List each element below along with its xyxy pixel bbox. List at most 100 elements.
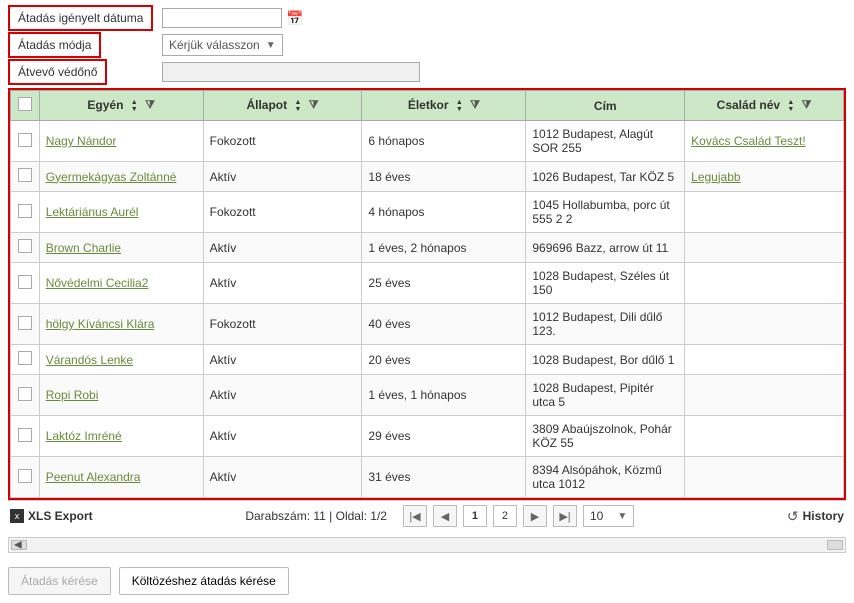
filter-icon[interactable]: ⧩ bbox=[309, 99, 319, 111]
chevron-down-icon: ▼ bbox=[617, 511, 627, 522]
age-cell: 40 éves bbox=[362, 304, 526, 345]
chevron-down-icon: ▼ bbox=[266, 40, 276, 51]
col-header-name-label: Egyén bbox=[87, 98, 123, 112]
age-cell: 31 éves bbox=[362, 457, 526, 498]
address-cell: 3809 Abaújszolnok, Pohár KÖZ 55 bbox=[526, 416, 685, 457]
family-link[interactable]: Legujabb bbox=[691, 170, 740, 184]
age-cell: 29 éves bbox=[362, 416, 526, 457]
row-checkbox[interactable] bbox=[18, 387, 32, 401]
history-link[interactable]: History bbox=[803, 509, 844, 523]
address-cell: 1012 Budapest, Dili dűlő 123. bbox=[526, 304, 685, 345]
row-checkbox[interactable] bbox=[18, 428, 32, 442]
person-link[interactable]: hölgy Kíváncsi Klára bbox=[46, 317, 155, 331]
record-count-label: Darabszám: 11 | Oldal: 1/2 bbox=[245, 509, 387, 523]
col-header-status-label: Állapot bbox=[246, 98, 287, 112]
table-row: Gyermekágyas Zoltánné Aktív18 éves1026 Bu… bbox=[11, 162, 844, 192]
sort-icon[interactable]: ▲▼ bbox=[294, 99, 301, 113]
address-cell: 1028 Budapest, Bor dűlő 1 bbox=[526, 345, 685, 375]
status-cell: Aktív bbox=[203, 457, 362, 498]
pager-last-button[interactable]: ▶| bbox=[553, 505, 577, 527]
family-cell bbox=[685, 375, 844, 416]
person-link[interactable]: Várandós Lenke bbox=[46, 353, 133, 367]
table-row: Lektáriánus AurélFokozott4 hónapos1045 H… bbox=[11, 192, 844, 233]
table-row: Brown CharlieAktív1 éves, 2 hónapos96969… bbox=[11, 233, 844, 263]
history-icon[interactable]: ↺ bbox=[787, 508, 799, 525]
age-cell: 6 hónapos bbox=[362, 121, 526, 162]
submit-move-transfer-button[interactable]: Költözéshez átadás kérése bbox=[119, 567, 289, 595]
person-link[interactable]: Nővédelmi Cecilia2 bbox=[46, 276, 149, 290]
row-checkbox[interactable] bbox=[18, 168, 32, 182]
receiver-input[interactable] bbox=[162, 62, 420, 82]
row-checkbox[interactable] bbox=[18, 469, 32, 483]
person-link[interactable]: Brown Charlie bbox=[46, 241, 121, 255]
transfer-mode-select[interactable]: Kérjük válasszon ▼ bbox=[162, 34, 283, 56]
col-header-age[interactable]: Életkor ▲▼ ⧩ bbox=[362, 91, 526, 121]
family-link[interactable]: Kovács Család Teszt! bbox=[691, 134, 806, 148]
pager-page-1[interactable]: 1 bbox=[463, 505, 487, 527]
filter-icon[interactable]: ⧩ bbox=[470, 99, 480, 111]
row-checkbox[interactable] bbox=[18, 316, 32, 330]
address-cell: 1028 Budapest, Széles út 150 bbox=[526, 263, 685, 304]
label-receiver: Átvevő védőnő bbox=[8, 59, 107, 85]
calendar-icon[interactable]: 📅 bbox=[286, 10, 302, 26]
sort-icon[interactable]: ▲▼ bbox=[456, 99, 463, 113]
row-checkbox[interactable] bbox=[18, 204, 32, 218]
family-cell bbox=[685, 233, 844, 263]
status-cell: Fokozott bbox=[203, 121, 362, 162]
family-cell bbox=[685, 263, 844, 304]
person-link[interactable]: Lektáriánus Aurél bbox=[46, 205, 139, 219]
status-cell: Aktív bbox=[203, 162, 362, 192]
person-link[interactable]: Nagy Nándor bbox=[46, 134, 117, 148]
table-footer: x XLS Export Darabszám: 11 | Oldal: 1/2 … bbox=[8, 500, 846, 531]
address-cell: 969696 Bazz, arrow út 11 bbox=[526, 233, 685, 263]
person-link[interactable]: Gyermekágyas Zoltánné bbox=[46, 170, 177, 184]
data-table: Egyén ▲▼ ⧩ Állapot ▲▼ ⧩ Életkor ▲▼ ⧩ Cím bbox=[10, 90, 844, 498]
family-cell bbox=[685, 457, 844, 498]
table-row: hölgy Kíváncsi Klára Fokozott40 éves1012 … bbox=[11, 304, 844, 345]
person-link[interactable]: Ropi Robi bbox=[46, 388, 99, 402]
xls-export-link[interactable]: XLS Export bbox=[28, 509, 93, 523]
table-row: Ropi RobiAktív1 éves, 1 hónapos1028 Buda… bbox=[11, 375, 844, 416]
status-cell: Aktív bbox=[203, 263, 362, 304]
address-cell: 1026 Budapest, Tar KÖZ 5 bbox=[526, 162, 685, 192]
person-link[interactable]: Peenut Alexandra bbox=[46, 470, 141, 484]
person-link[interactable]: Laktóz Imréné bbox=[46, 429, 122, 443]
xls-icon[interactable]: x bbox=[10, 509, 24, 523]
pager-page-2[interactable]: 2 bbox=[493, 505, 517, 527]
table-row: Nővédelmi Cecilia2Aktív25 éves1028 Budap… bbox=[11, 263, 844, 304]
filter-icon[interactable]: ⧩ bbox=[145, 99, 155, 111]
age-cell: 18 éves bbox=[362, 162, 526, 192]
age-cell: 1 éves, 1 hónapos bbox=[362, 375, 526, 416]
col-header-family-label: Család név bbox=[717, 98, 780, 112]
transfer-mode-selected: Kérjük válasszon bbox=[169, 38, 260, 52]
row-checkbox[interactable] bbox=[18, 275, 32, 289]
age-cell: 4 hónapos bbox=[362, 192, 526, 233]
col-header-name[interactable]: Egyén ▲▼ ⧩ bbox=[39, 91, 203, 121]
col-header-family[interactable]: Család név ▲▼ ⧩ bbox=[685, 91, 844, 121]
select-all-checkbox[interactable] bbox=[18, 97, 32, 111]
label-transfer-mode: Átadás módja bbox=[8, 32, 101, 58]
page-size-select[interactable]: 10 ▼ bbox=[583, 505, 634, 527]
pager-prev-button[interactable]: ◀ bbox=[433, 505, 457, 527]
pager-first-button[interactable]: |◀ bbox=[403, 505, 427, 527]
filter-icon[interactable]: ⧩ bbox=[802, 99, 812, 111]
row-checkbox[interactable] bbox=[18, 239, 32, 253]
address-cell: 1012 Budapest, Alagút SOR 255 bbox=[526, 121, 685, 162]
transfer-date-input[interactable] bbox=[162, 8, 282, 28]
table-row: Peenut AlexandraAktív31 éves8394 Alsópáh… bbox=[11, 457, 844, 498]
col-header-address[interactable]: Cím bbox=[526, 91, 685, 121]
sort-icon[interactable]: ▲▼ bbox=[787, 99, 794, 113]
sort-icon[interactable]: ▲▼ bbox=[131, 99, 138, 113]
status-cell: Fokozott bbox=[203, 304, 362, 345]
horizontal-scrollbar[interactable]: ◀ ▶ bbox=[8, 537, 846, 553]
label-transfer-date: Átadás igényelt dátuma bbox=[8, 5, 153, 31]
submit-transfer-button[interactable]: Átadás kérése bbox=[8, 567, 111, 595]
age-cell: 20 éves bbox=[362, 345, 526, 375]
row-checkbox[interactable] bbox=[18, 133, 32, 147]
col-header-age-label: Életkor bbox=[408, 98, 449, 112]
status-cell: Fokozott bbox=[203, 192, 362, 233]
col-header-status[interactable]: Állapot ▲▼ ⧩ bbox=[203, 91, 362, 121]
row-checkbox[interactable] bbox=[18, 351, 32, 365]
table-row: Nagy Nándor Fokozott6 hónapos1012 Budapes… bbox=[11, 121, 844, 162]
pager-next-button[interactable]: ▶ bbox=[523, 505, 547, 527]
